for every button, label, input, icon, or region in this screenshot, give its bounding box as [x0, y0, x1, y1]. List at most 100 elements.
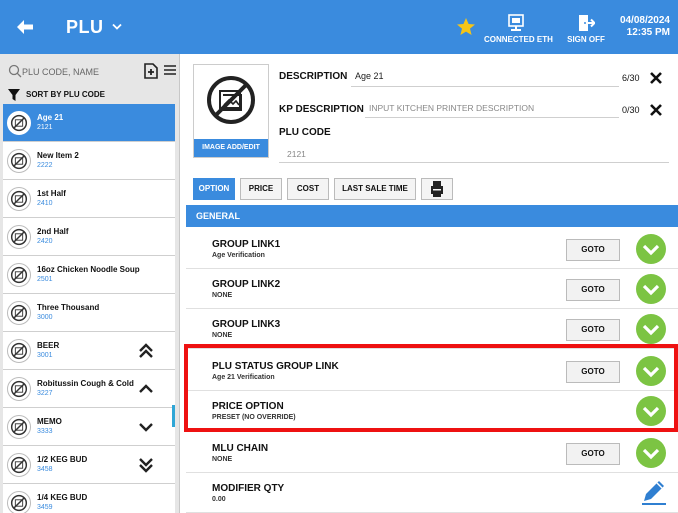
no-image-icon	[7, 111, 31, 135]
list-item[interactable]: BEER 3001	[3, 332, 175, 370]
chevron-down-icon[interactable]	[137, 418, 155, 436]
add-plu-icon[interactable]	[142, 62, 160, 80]
plu-name: Three Thousand	[37, 303, 100, 312]
double-chevron-down-icon[interactable]	[137, 456, 155, 474]
option-label: MLU CHAIN	[212, 443, 269, 454]
list-item[interactable]: Robitussin Cough & Cold 3227	[3, 370, 175, 408]
sign-off-label: SIGN OFF	[567, 35, 605, 44]
option-value: PRESET (NO OVERRIDE)	[212, 414, 296, 421]
plu-code: 3000	[37, 314, 53, 321]
no-image-icon	[7, 263, 31, 287]
list-item[interactable]: Three Thousand 3000	[3, 294, 175, 332]
no-image-icon	[7, 149, 31, 173]
list-item[interactable]: New Item 2 2222	[3, 142, 175, 180]
list-item[interactable]: Age 21 2121	[3, 104, 175, 142]
option-row-group-link3: GROUP LINK3 NONE GOTO	[186, 309, 678, 349]
option-row-modifier-qty: MODIFIER QTY 0.00	[186, 473, 678, 513]
plu-code-underline	[279, 162, 669, 163]
time-text: 12:35 PM	[626, 27, 670, 38]
kp-description-underline	[365, 117, 619, 118]
goto-button[interactable]: GOTO	[566, 279, 620, 301]
plu-name: Age 21	[37, 113, 64, 122]
tab-price[interactable]: PRICE	[240, 178, 282, 200]
plu-sidebar: SORT BY PLU CODE Age 21 2121 New Item 2 …	[0, 54, 180, 513]
option-label: GROUP LINK3	[212, 319, 281, 330]
clear-description-icon[interactable]	[649, 71, 663, 85]
list-item[interactable]: 16oz Chicken Noodle Soup 2501	[3, 256, 175, 294]
sort-control[interactable]: SORT BY PLU CODE	[8, 88, 174, 104]
menu-icon[interactable]	[164, 64, 176, 76]
check-circle-icon[interactable]	[636, 314, 666, 344]
double-chevron-up-icon[interactable]	[137, 342, 155, 360]
plu-code: 3459	[37, 504, 53, 511]
plu-code: 3333	[37, 428, 53, 435]
description-underline	[351, 86, 619, 87]
description-count: 6/30	[622, 73, 640, 83]
tab-last-sale-time[interactable]: LAST SALE TIME	[334, 178, 416, 200]
back-arrow-icon[interactable]	[16, 19, 34, 35]
plu-image[interactable]: IMAGE ADD/EDIT	[193, 64, 269, 158]
option-label: PLU STATUS GROUP LINK	[212, 361, 339, 372]
tab-printer[interactable]	[421, 178, 453, 200]
no-image-icon	[7, 225, 31, 249]
no-image-icon	[7, 491, 31, 513]
goto-button[interactable]: GOTO	[566, 361, 620, 383]
no-image-icon	[207, 76, 255, 124]
search-input[interactable]	[22, 64, 122, 80]
check-circle-icon[interactable]	[636, 356, 666, 386]
option-value: Age Verification	[212, 252, 265, 259]
clear-kp-description-icon[interactable]	[649, 103, 663, 117]
list-scrollbar[interactable]	[172, 405, 175, 427]
list-item[interactable]: 2nd Half 2420	[3, 218, 175, 256]
check-circle-icon[interactable]	[636, 274, 666, 304]
page-title[interactable]: PLU	[66, 17, 104, 38]
tab-option[interactable]: OPTION	[193, 178, 235, 200]
list-item[interactable]: 1/4 KEG BUD 3459	[3, 484, 175, 513]
check-circle-icon[interactable]	[636, 438, 666, 468]
option-row-mlu-chain: MLU CHAIN NONE GOTO	[186, 433, 678, 473]
option-value: NONE	[212, 292, 233, 299]
option-row-plu-status-group-link: PLU STATUS GROUP LINK Age 21 Verificatio…	[186, 351, 678, 391]
sign-off-button[interactable]: SIGN OFF	[562, 14, 610, 44]
plu-name: Robitussin Cough & Cold	[37, 379, 134, 388]
kp-description-input[interactable]: INPUT KITCHEN PRINTER DESCRIPTION	[369, 103, 534, 113]
plu-code: 3458	[37, 466, 53, 473]
kp-description-count: 0/30	[622, 105, 640, 115]
plu-code-value: 2121	[287, 149, 306, 159]
filter-funnel-icon	[8, 89, 20, 101]
search-bar	[6, 60, 176, 84]
list-item[interactable]: 1st Half 2410	[3, 180, 175, 218]
check-circle-icon[interactable]	[636, 396, 666, 426]
plu-name: 1/4 KEG BUD	[37, 493, 88, 502]
no-image-icon	[7, 377, 31, 401]
list-item[interactable]: 1/2 KEG BUD 3458	[3, 446, 175, 484]
check-circle-icon[interactable]	[636, 234, 666, 264]
star-icon[interactable]	[456, 17, 476, 37]
sign-off-icon	[579, 15, 595, 31]
list-item[interactable]: MEMO 3333	[3, 408, 175, 446]
plu-code: 3227	[37, 390, 53, 397]
goto-button[interactable]: GOTO	[566, 443, 620, 465]
chevron-down-icon[interactable]	[112, 23, 122, 31]
plu-code: 2501	[37, 276, 53, 283]
description-input[interactable]: Age 21	[355, 71, 384, 81]
plu-detail-panel: IMAGE ADD/EDIT DESCRIPTION Age 21 6/30 K…	[181, 54, 678, 513]
no-image-icon	[7, 453, 31, 477]
image-add-edit-button[interactable]: IMAGE ADD/EDIT	[194, 139, 268, 157]
goto-button[interactable]: GOTO	[566, 239, 620, 261]
tab-cost[interactable]: COST	[287, 178, 329, 200]
printer-icon	[431, 181, 443, 197]
description-label: DESCRIPTION	[279, 71, 348, 82]
plu-list: Age 21 2121 New Item 2 2222 1st Half 241…	[0, 104, 178, 513]
goto-button[interactable]: GOTO	[566, 319, 620, 341]
plu-code-label: PLU CODE	[279, 127, 331, 138]
chevron-up-icon[interactable]	[137, 380, 155, 398]
sort-label: SORT BY PLU CODE	[26, 90, 105, 99]
plu-name: 16oz Chicken Noodle Soup	[37, 265, 140, 274]
option-label: GROUP LINK2	[212, 279, 281, 290]
option-label: PRICE OPTION	[212, 401, 284, 412]
plu-name: MEMO	[37, 417, 62, 426]
connection-label: CONNECTED ETH	[484, 35, 553, 44]
pencil-icon[interactable]	[640, 477, 668, 505]
search-icon	[8, 64, 22, 78]
